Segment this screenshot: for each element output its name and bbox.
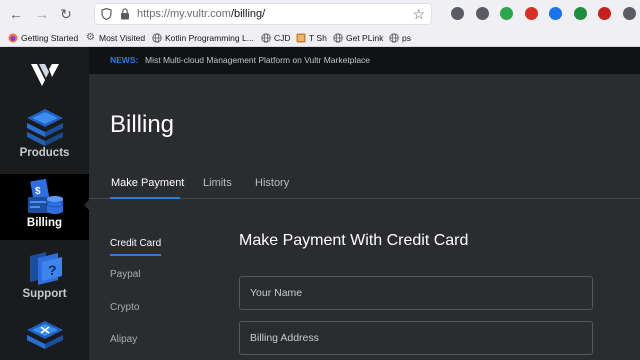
bookmark-get-plink[interactable]: Get PLink — [333, 31, 383, 44]
browser-toolbar: ← → ↻ https://my.vultr.com/billing/ ☆ — [0, 0, 640, 28]
gear-icon: ⚙ — [86, 31, 95, 43]
bookmark-cjd[interactable]: CJD — [261, 31, 291, 44]
bookmarks-bar: Getting Started ⚙ Most Visited Kotlin Pr… — [0, 28, 640, 47]
sidebar-item-label: Billing — [26, 217, 63, 229]
bookmark-label: ps — [402, 32, 411, 43]
red-extension-icon[interactable] — [598, 7, 611, 20]
bookmark-label: Get PLink — [346, 32, 384, 43]
bookmark-ps[interactable]: ps — [389, 31, 411, 44]
news-bar[interactable]: NEWS: Mist Multi-cloud Management Platfo… — [89, 47, 640, 74]
active-tab-underline — [110, 197, 180, 199]
tab-limits[interactable]: Limits — [203, 177, 232, 189]
bookmark-star-icon[interactable]: ☆ — [412, 6, 425, 22]
sidebar-item-label: Support — [22, 288, 67, 300]
bookmark-label: Kotlin Programming L... — [165, 32, 254, 43]
shield-icon[interactable] — [101, 8, 112, 20]
svg-text:$: $ — [35, 186, 41, 197]
sidebar-item-tools[interactable] — [0, 315, 89, 360]
lock-icon[interactable] — [120, 8, 130, 20]
bookmark-label: Most Visited — [99, 32, 146, 43]
adblock-icon[interactable] — [524, 7, 538, 20]
bookmark-t-sh[interactable]: T Sh — [296, 31, 327, 44]
news-link[interactable]: Mist Multi-cloud Management Platform on … — [145, 55, 370, 65]
back-arrow-icon[interactable]: ← — [6, 4, 26, 24]
form-title: Make Payment With Credit Card — [239, 232, 469, 249]
tools-stack-icon — [27, 321, 63, 349]
bookmark-label: T Sh — [309, 32, 327, 43]
firefox-icon — [8, 33, 18, 42]
billing-icon: $ — [28, 178, 64, 214]
products-stack-icon — [27, 109, 63, 146]
reload-icon[interactable]: ↻ — [56, 4, 76, 24]
bookmark-label: Getting Started — [21, 32, 79, 43]
payment-method-credit-card[interactable]: Credit Card — [110, 238, 161, 249]
puzzle-icon[interactable] — [622, 7, 636, 20]
globe-icon — [389, 32, 399, 43]
bookmark-most-visited[interactable]: ⚙ Most Visited — [86, 31, 145, 44]
bookmark-kotlin[interactable]: Kotlin Programming L... — [152, 31, 254, 44]
sidebar-item-support[interactable]: ? Support — [0, 245, 89, 311]
bookmark-label: CJD — [274, 32, 291, 43]
main-content: Billing Make Payment Limits History Cred… — [89, 74, 640, 360]
url-path: /billing/ — [230, 8, 266, 20]
payment-method-crypto[interactable]: Crypto — [110, 302, 139, 313]
vultr-logo-icon[interactable] — [30, 61, 60, 87]
payment-method-paypal[interactable]: Paypal — [110, 269, 141, 280]
billing-tabs: Make Payment Limits History — [89, 169, 640, 199]
url-text[interactable]: https://my.vultr.com/billing/ — [137, 7, 265, 22]
sidebar-item-billing[interactable]: $ Billing — [0, 174, 89, 240]
support-icon: ? — [30, 252, 62, 285]
check-icon[interactable] — [500, 7, 513, 20]
globe-icon — [152, 32, 162, 43]
download-icon[interactable] — [549, 7, 562, 20]
payment-method-underline — [110, 254, 161, 256]
sidebar: Products $ Billing ? Support — [0, 47, 89, 360]
sidebar-item-products[interactable]: Products — [0, 104, 89, 170]
sidebar-item-label: Products — [19, 147, 70, 159]
account-icon[interactable] — [475, 7, 489, 20]
news-tag: NEWS: — [110, 55, 139, 65]
url-host: https://my.vultr.com — [137, 8, 231, 20]
url-bar[interactable]: https://my.vultr.com/billing/ ☆ — [94, 3, 432, 25]
bookmark-getting-started[interactable]: Getting Started — [8, 31, 78, 44]
tab-make-payment[interactable]: Make Payment — [111, 177, 184, 189]
page-title: Billing — [110, 111, 175, 138]
image-icon — [296, 33, 306, 42]
image-extension-icon[interactable] — [573, 7, 587, 20]
tab-history[interactable]: History — [255, 177, 289, 189]
globe-icon — [261, 32, 271, 43]
forward-arrow-icon[interactable]: → — [32, 4, 52, 24]
svg-text:?: ? — [48, 262, 57, 278]
payment-method-alipay[interactable]: Alipay — [110, 334, 137, 345]
globe-icon — [333, 32, 343, 43]
pocket-icon[interactable] — [451, 7, 464, 20]
name-field[interactable] — [239, 276, 593, 310]
billing-address-field[interactable] — [239, 321, 593, 355]
